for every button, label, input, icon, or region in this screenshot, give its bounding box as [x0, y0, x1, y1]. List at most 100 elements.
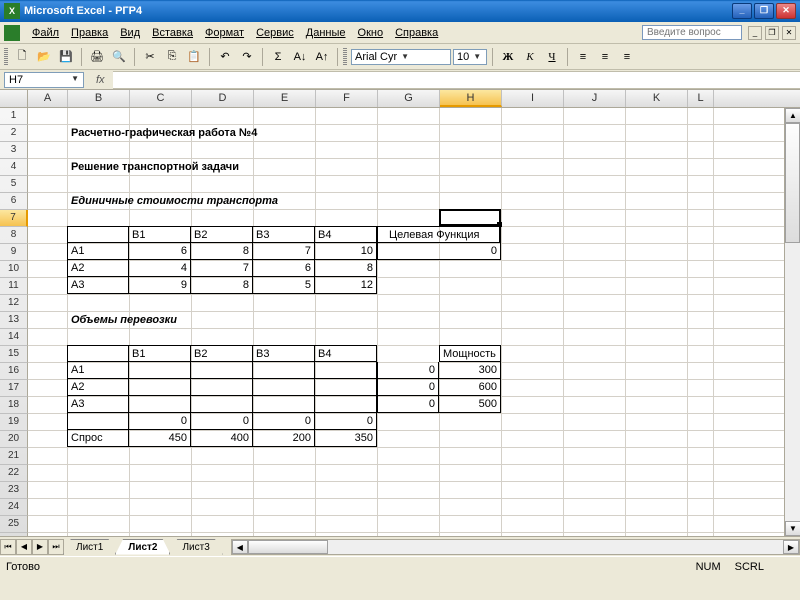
preview-icon[interactable]: 🔍: [109, 47, 129, 67]
copy-icon[interactable]: ⎘: [162, 47, 182, 67]
cell-F9[interactable]: 10: [315, 243, 377, 260]
doc-restore-button[interactable]: ❐: [765, 26, 779, 40]
cell-B15[interactable]: [67, 345, 129, 362]
cell-D8[interactable]: B2: [191, 226, 253, 243]
new-icon[interactable]: 🗋: [12, 47, 32, 67]
cell-D16[interactable]: [191, 362, 253, 379]
cell-E19[interactable]: 0: [253, 413, 315, 430]
cell-E10[interactable]: 6: [253, 260, 315, 277]
row-header-5[interactable]: 5: [0, 176, 28, 193]
sheet-tab-Лист3[interactable]: Лист3: [169, 539, 222, 555]
cell-D18[interactable]: [191, 396, 253, 413]
cell-C15[interactable]: B1: [129, 345, 191, 362]
horizontal-scrollbar[interactable]: ◀ ▶: [231, 539, 800, 555]
scroll-down-icon[interactable]: ▼: [785, 521, 800, 536]
cell-D19[interactable]: 0: [191, 413, 253, 430]
align-right-icon[interactable]: ≡: [617, 47, 637, 67]
row-header-18[interactable]: 18: [0, 397, 28, 414]
cell-C9[interactable]: 6: [129, 243, 191, 260]
cell-B18[interactable]: А3: [67, 396, 129, 413]
row-header-15[interactable]: 15: [0, 346, 28, 363]
row-header-23[interactable]: 23: [0, 482, 28, 499]
menu-data[interactable]: Данные: [300, 25, 352, 41]
paste-icon[interactable]: 📋: [184, 47, 204, 67]
cell-B6[interactable]: Единичные стоимости транспорта: [68, 193, 129, 210]
row-header-24[interactable]: 24: [0, 499, 28, 516]
cell-F20[interactable]: 350: [315, 430, 377, 447]
row-header-26[interactable]: 26: [0, 533, 28, 536]
undo-icon[interactable]: ↶: [215, 47, 235, 67]
italic-button[interactable]: К: [520, 47, 540, 67]
tab-next-icon[interactable]: ▶: [32, 539, 48, 555]
cell-B13[interactable]: Объемы перевозки: [68, 312, 129, 329]
cell-D15[interactable]: B2: [191, 345, 253, 362]
row-header-3[interactable]: 3: [0, 142, 28, 159]
column-header-B[interactable]: B: [68, 90, 130, 107]
row-header-6[interactable]: 6: [0, 193, 28, 210]
row-header-19[interactable]: 19: [0, 414, 28, 431]
cell-B17[interactable]: А2: [67, 379, 129, 396]
cell-H17[interactable]: 600: [439, 379, 501, 396]
row-header-14[interactable]: 14: [0, 329, 28, 346]
cell-C16[interactable]: [129, 362, 191, 379]
cell-D20[interactable]: 400: [191, 430, 253, 447]
tab-prev-icon[interactable]: ◀: [16, 539, 32, 555]
save-icon[interactable]: 💾: [56, 47, 76, 67]
row-header-1[interactable]: 1: [0, 108, 28, 125]
autosum-icon[interactable]: Σ: [268, 47, 288, 67]
cell-E17[interactable]: [253, 379, 315, 396]
column-header-I[interactable]: I: [502, 90, 564, 107]
cell-F8[interactable]: B4: [315, 226, 377, 243]
cell-G17[interactable]: 0: [377, 379, 439, 396]
cell-F10[interactable]: 8: [315, 260, 377, 277]
row-header-12[interactable]: 12: [0, 295, 28, 312]
align-left-icon[interactable]: ≡: [573, 47, 593, 67]
menu-insert[interactable]: Вставка: [146, 25, 199, 41]
cell-D17[interactable]: [191, 379, 253, 396]
cell-C17[interactable]: [129, 379, 191, 396]
column-header-E[interactable]: E: [254, 90, 316, 107]
cell-C19[interactable]: 0: [129, 413, 191, 430]
formula-input[interactable]: [113, 71, 800, 89]
column-header-K[interactable]: K: [626, 90, 688, 107]
column-header-D[interactable]: D: [192, 90, 254, 107]
column-header-A[interactable]: A: [28, 90, 68, 107]
vertical-scrollbar[interactable]: ▲ ▼: [784, 108, 800, 536]
cell-C8[interactable]: B1: [129, 226, 191, 243]
tab-first-icon[interactable]: ⏮: [0, 539, 16, 555]
font-size-selector[interactable]: 10▼: [453, 49, 487, 65]
cell-F19[interactable]: 0: [315, 413, 377, 430]
row-header-21[interactable]: 21: [0, 448, 28, 465]
toolbar-grip[interactable]: [4, 48, 8, 66]
row-header-9[interactable]: 9: [0, 244, 28, 261]
cell-F15[interactable]: B4: [315, 345, 377, 362]
cell-H18[interactable]: 500: [439, 396, 501, 413]
cell-B16[interactable]: А1: [67, 362, 129, 379]
cell-B4[interactable]: Решение транспортной задачи: [68, 159, 129, 176]
redo-icon[interactable]: ↷: [237, 47, 257, 67]
excel-doc-icon[interactable]: [4, 25, 20, 41]
cell-F11[interactable]: 12: [315, 277, 377, 294]
menu-help[interactable]: Справка: [389, 25, 444, 41]
cell-B9[interactable]: А1: [67, 243, 129, 260]
cut-icon[interactable]: ✂: [140, 47, 160, 67]
cell-E11[interactable]: 5: [253, 277, 315, 294]
cell-H16[interactable]: 300: [439, 362, 501, 379]
cell-B19[interactable]: [67, 413, 129, 430]
row-header-17[interactable]: 17: [0, 380, 28, 397]
name-box[interactable]: H7▼: [4, 72, 84, 88]
cells-area[interactable]: ▲ ▼ Расчетно-графическая работа №4 Решени…: [28, 108, 800, 536]
menu-view[interactable]: Вид: [114, 25, 146, 41]
row-header-22[interactable]: 22: [0, 465, 28, 482]
tab-last-icon[interactable]: ⏭: [48, 539, 64, 555]
menu-edit[interactable]: Правка: [65, 25, 114, 41]
menu-format[interactable]: Формат: [199, 25, 250, 41]
align-center-icon[interactable]: ≡: [595, 47, 615, 67]
menu-tools[interactable]: Сервис: [250, 25, 300, 41]
minimize-button[interactable]: _: [732, 3, 752, 19]
cell-B2[interactable]: Расчетно-графическая работа №4: [68, 125, 129, 142]
sort-desc-icon[interactable]: A↑: [312, 47, 332, 67]
scroll-right-icon[interactable]: ▶: [783, 540, 799, 554]
row-header-2[interactable]: 2: [0, 125, 28, 142]
doc-close-button[interactable]: ✕: [782, 26, 796, 40]
